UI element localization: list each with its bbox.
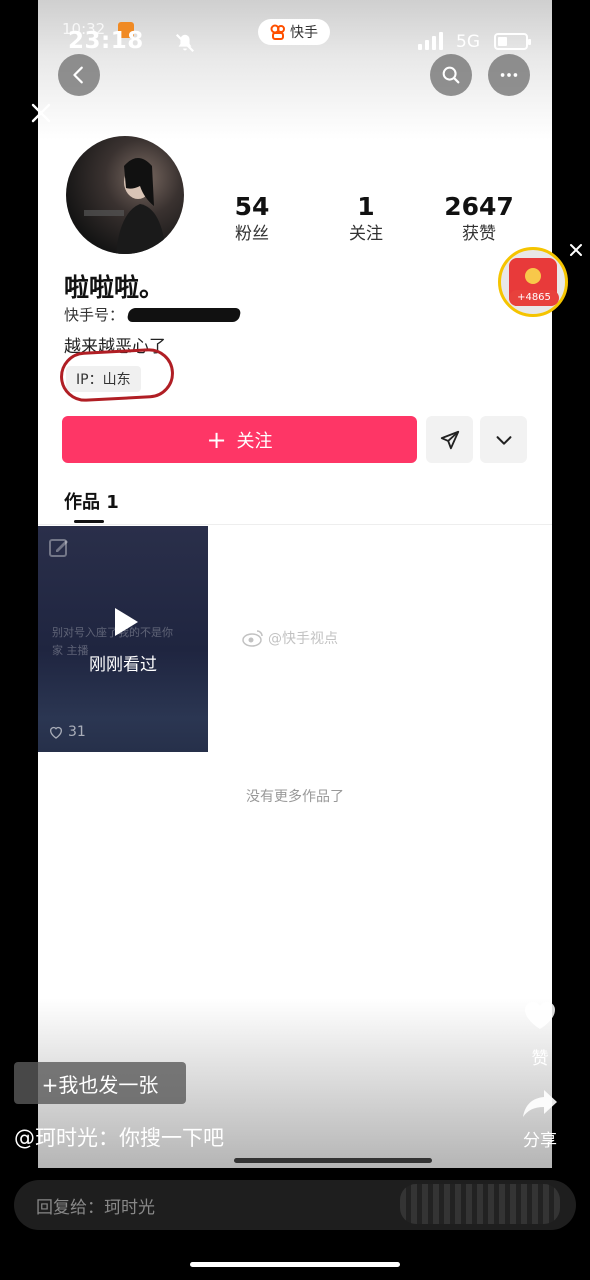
chevron-left-icon [73, 66, 83, 84]
kuaishou-pill-label: 快手 [290, 25, 318, 41]
plus-icon: + [206, 425, 227, 454]
network-type: 5G [456, 32, 480, 52]
likes-count: 2647 [444, 192, 514, 221]
tab-works[interactable]: 作品 1 [64, 488, 119, 514]
paper-plane-icon [440, 430, 459, 449]
following-count: 1 [357, 192, 375, 221]
red-packet-close-icon[interactable] [568, 242, 584, 258]
avatar-portrait [84, 158, 166, 254]
stat-fans[interactable]: 54 粉丝 [202, 192, 302, 246]
edit-icon [49, 539, 68, 557]
redacted-id-scribble [126, 307, 242, 322]
watermark-text: @快手视点 [268, 631, 338, 647]
back-button[interactable] [58, 54, 100, 96]
likes-label: 获赞 [462, 224, 496, 244]
search-button[interactable] [430, 54, 472, 96]
following-label: 关注 [349, 224, 383, 244]
red-annotation-circle [58, 347, 176, 403]
like-action[interactable]: 赞 [522, 1000, 558, 1069]
search-icon [442, 66, 460, 84]
avatar[interactable] [66, 136, 184, 254]
kuaishou-app-pill[interactable]: 快手 [258, 19, 330, 45]
chevron-down-icon [496, 435, 511, 445]
weibo-icon [242, 630, 263, 647]
weibo-watermark: @快手视点 [242, 628, 338, 648]
kuaishou-id[interactable]: 快手号： [64, 304, 242, 325]
close-icon[interactable] [28, 100, 54, 126]
video-thumbnail[interactable]: 别对号入座了我的不是你家 主播 刚刚看过 31 [38, 526, 208, 752]
follow-button-label: 关注 [236, 430, 273, 452]
just-watched-label: 刚刚看过 [89, 655, 157, 675]
fans-label: 粉丝 [235, 224, 269, 244]
play-icon [115, 608, 138, 636]
battery-icon [494, 33, 531, 50]
more-dots-icon [500, 73, 518, 77]
home-indicator[interactable] [190, 1262, 400, 1267]
red-packet-widget[interactable]: +4865 [498, 247, 568, 317]
comment-text: @珂时光：你搜一下吧 [14, 1126, 224, 1150]
post-one-too-button[interactable]: +我也发一张 [14, 1062, 186, 1104]
stat-following[interactable]: 1 关注 [316, 192, 416, 246]
fans-count: 54 [234, 192, 270, 221]
bell-muted-icon [175, 33, 195, 53]
screenshot-card: 10:32 23:18 快手 5G 54 粉丝 1 关注 2647 获赞 啦啦啦… [38, 0, 552, 1168]
active-tab-indicator [74, 520, 104, 523]
kuaishou-logo-icon [270, 24, 285, 40]
red-packet-count: +4865 [509, 290, 559, 306]
video-likes: 31 [48, 724, 86, 740]
profile-username: 啦啦啦。 [64, 273, 165, 302]
reply-placeholder: 回复给：珂时光 [36, 1197, 155, 1218]
video-likes-count: 31 [68, 724, 86, 740]
status-time: 23:18 [68, 28, 144, 54]
heart-outline-icon [50, 726, 62, 739]
send-message-button[interactable] [426, 416, 473, 463]
stat-likes[interactable]: 2647 获赞 [429, 192, 529, 246]
no-more-works-text: 没有更多作品了 [246, 789, 344, 805]
share-label: 分享 [523, 1131, 557, 1151]
share-action[interactable]: 分享 [518, 1088, 562, 1151]
share-arrow-icon [523, 1090, 557, 1117]
more-button[interactable] [488, 54, 530, 96]
redacted-emoji-area [400, 1184, 560, 1224]
more-recommend-button[interactable] [480, 416, 527, 463]
home-indicator-inner [234, 1158, 432, 1163]
kuaishou-id-label: 快手号： [64, 306, 125, 324]
follow-button[interactable]: + 关注 [62, 416, 417, 463]
like-label: 赞 [531, 1049, 549, 1069]
heart-icon [524, 1001, 556, 1029]
tab-divider [38, 524, 552, 525]
signal-icon [418, 30, 443, 50]
